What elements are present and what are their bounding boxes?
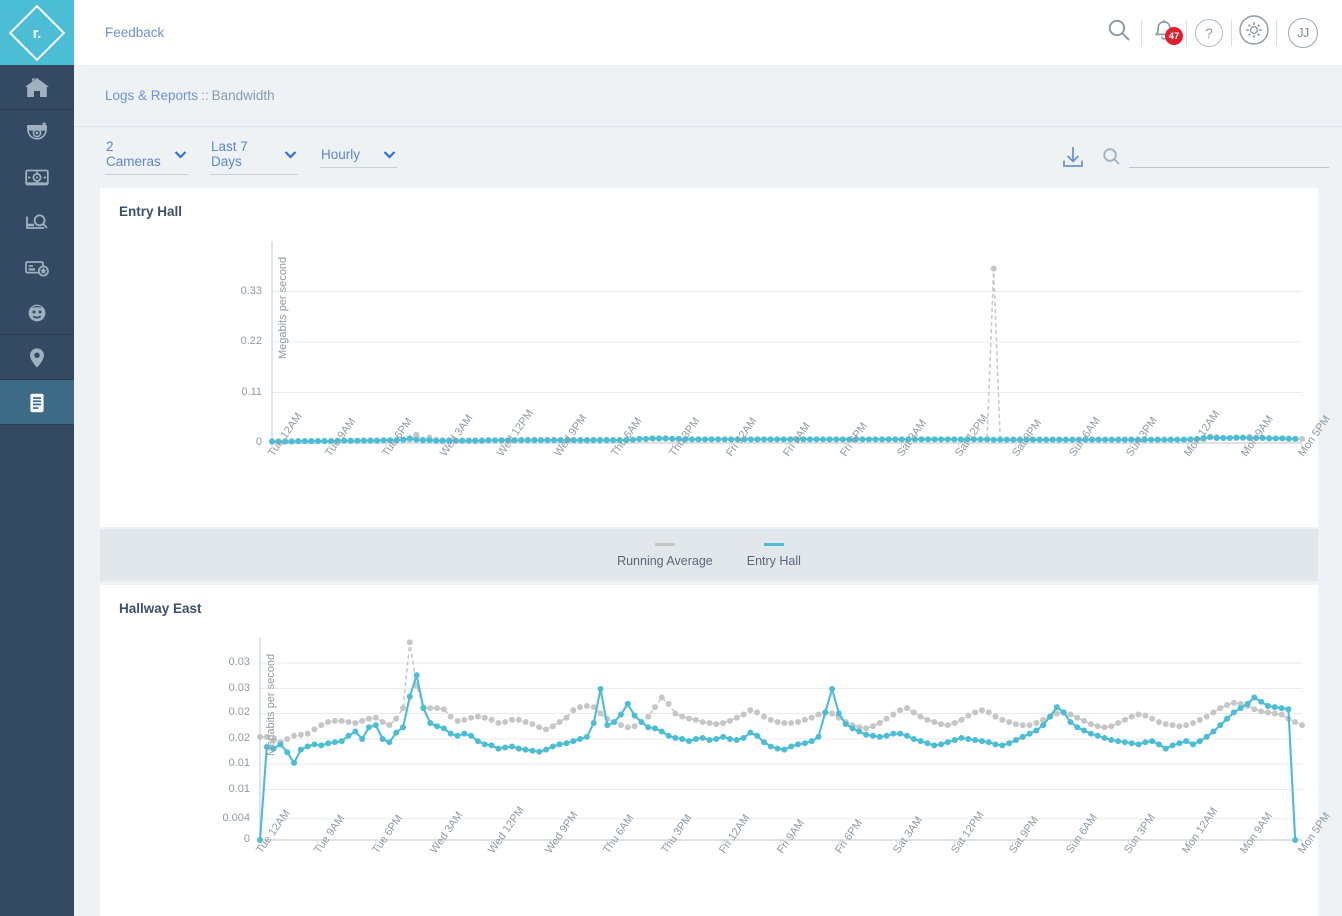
breadcrumb-current-bandwidth: Bandwidth	[211, 88, 275, 103]
search-footage-icon	[24, 211, 50, 235]
y-axis-tick-label: 0.03	[228, 655, 250, 668]
sidebar-item-logs-reports[interactable]	[0, 380, 74, 425]
app-logo[interactable]: r.	[0, 0, 74, 65]
avatar: JJ	[1288, 17, 1318, 48]
y-axis-tick-label: 0.03	[228, 681, 250, 694]
chevron-down-icon	[383, 150, 396, 159]
gear-icon	[1239, 15, 1269, 50]
y-axis-tick-label: 0.01	[228, 782, 250, 795]
search-icon	[1106, 17, 1132, 48]
sidebar-item-dashboard[interactable]	[0, 65, 74, 110]
search-field-group	[1102, 147, 1329, 168]
y-axis-tick-label: 0.11	[241, 385, 262, 398]
document-lines-icon	[24, 391, 50, 415]
date-range-dropdown[interactable]: Last 7 Days	[210, 139, 298, 175]
y-axis-tick-label: 0.004	[222, 811, 250, 824]
legend-label: Running Average	[617, 553, 713, 568]
chevron-down-icon	[174, 150, 187, 159]
y-axis-tick-label: 0.01	[228, 756, 250, 769]
download-button[interactable]	[1058, 142, 1088, 172]
granularity-dropdown-value: Hourly	[321, 146, 361, 162]
y-axis-tick-label: 0.02	[228, 732, 250, 744]
sidebar-item-locations[interactable]	[0, 335, 74, 380]
notifications-button[interactable]: 47	[1142, 0, 1186, 65]
granularity-dropdown[interactable]: Hourly	[320, 147, 397, 168]
sidebar-item-cameras[interactable]	[0, 110, 74, 155]
cameras-dropdown-value: 2 Cameras	[106, 139, 161, 169]
logo-text: r.	[32, 24, 42, 41]
search-input[interactable]	[1129, 148, 1329, 168]
legend-swatch	[763, 542, 784, 546]
cameras-dropdown[interactable]: 2 Cameras	[105, 139, 188, 175]
feedback-link[interactable]: Feedback	[105, 25, 164, 40]
app-root: r. Feedback 47 ? JJ Logs & Reports:: Ba…	[0, 0, 1342, 916]
breadcrumb-separator: ::	[201, 88, 209, 103]
search-button[interactable]	[1097, 0, 1141, 65]
card-star-icon	[24, 256, 50, 280]
sidebar: r.	[0, 0, 74, 916]
chart-card-entry-hall: Entry Hall 0 0.11 0.22 0.33 Megabits per sec…	[100, 188, 1333, 527]
sidebar-item-license-plate[interactable]	[0, 245, 74, 290]
chevron-down-icon	[284, 150, 297, 159]
y-axis-title: Megabits per second	[277, 256, 289, 359]
legend-swatch	[654, 542, 675, 546]
chart-legend: Running Average Entry Hall	[100, 529, 1318, 581]
dome-camera-icon	[24, 121, 50, 145]
legend-label: Entry Hall	[746, 553, 801, 568]
home-icon	[24, 76, 50, 100]
breadcrumb-link-logs-reports[interactable]: Logs & Reports	[105, 88, 198, 103]
top-bar-actions: 47 ? JJ	[1097, 0, 1342, 65]
y-axis-tick-label: 0	[243, 833, 250, 845]
map-pin-icon	[24, 346, 50, 370]
monitor-target-icon	[24, 166, 50, 190]
date-range-dropdown-value: Last 7 Days	[211, 139, 248, 169]
notification-badge: 47	[1165, 27, 1183, 45]
top-bar: Feedback 47 ? JJ	[74, 0, 1342, 65]
chart-title-hallway-east: Hallway East	[119, 601, 202, 616]
y-axis-tick-label: 0.22	[240, 335, 262, 347]
filter-bar: 2 Cameras Last 7 Days Hourly	[74, 128, 1342, 186]
sidebar-item-monitor[interactable]	[0, 155, 74, 200]
search-icon	[1102, 147, 1121, 168]
chart-plot-entry-hall[interactable]: 0 0.11 0.22 0.33 Megabits per second Tue 12AM…	[100, 219, 1333, 519]
chart-card-hallway-east: Hallway East 0 0.004 0.01 0.01 0.02 0.02 0.03 0…	[100, 585, 1333, 916]
legend-item-entry-hall[interactable]: Entry Hall	[746, 542, 801, 568]
user-menu-button[interactable]: JJ	[1277, 0, 1329, 65]
y-axis-tick-label: 0	[255, 436, 262, 448]
help-button[interactable]: ?	[1187, 0, 1231, 65]
breadcrumb: Logs & Reports :: Bandwidth	[74, 65, 1342, 127]
chart-title-entry-hall: Entry Hall	[119, 204, 183, 219]
filter-bar-actions	[1058, 142, 1342, 172]
y-axis-tick-label: 0.02	[228, 706, 250, 719]
sidebar-item-people[interactable]	[0, 290, 74, 335]
chart-plot-hallway-east[interactable]: 0 0.004 0.01 0.01 0.02 0.02 0.03 0.03 Megabits p…	[100, 616, 1333, 916]
sidebar-item-investigate[interactable]	[0, 200, 74, 245]
settings-button[interactable]	[1232, 0, 1276, 65]
question-mark-icon: ?	[1195, 18, 1223, 47]
logo-diamond-icon: r.	[8, 4, 66, 61]
y-axis-title: Megabits per second	[265, 653, 277, 756]
legend-item-running-average[interactable]: Running Average	[617, 542, 713, 568]
download-icon	[1058, 147, 1088, 176]
y-axis-tick-label: 0.33	[240, 284, 262, 297]
face-icon	[24, 301, 50, 325]
